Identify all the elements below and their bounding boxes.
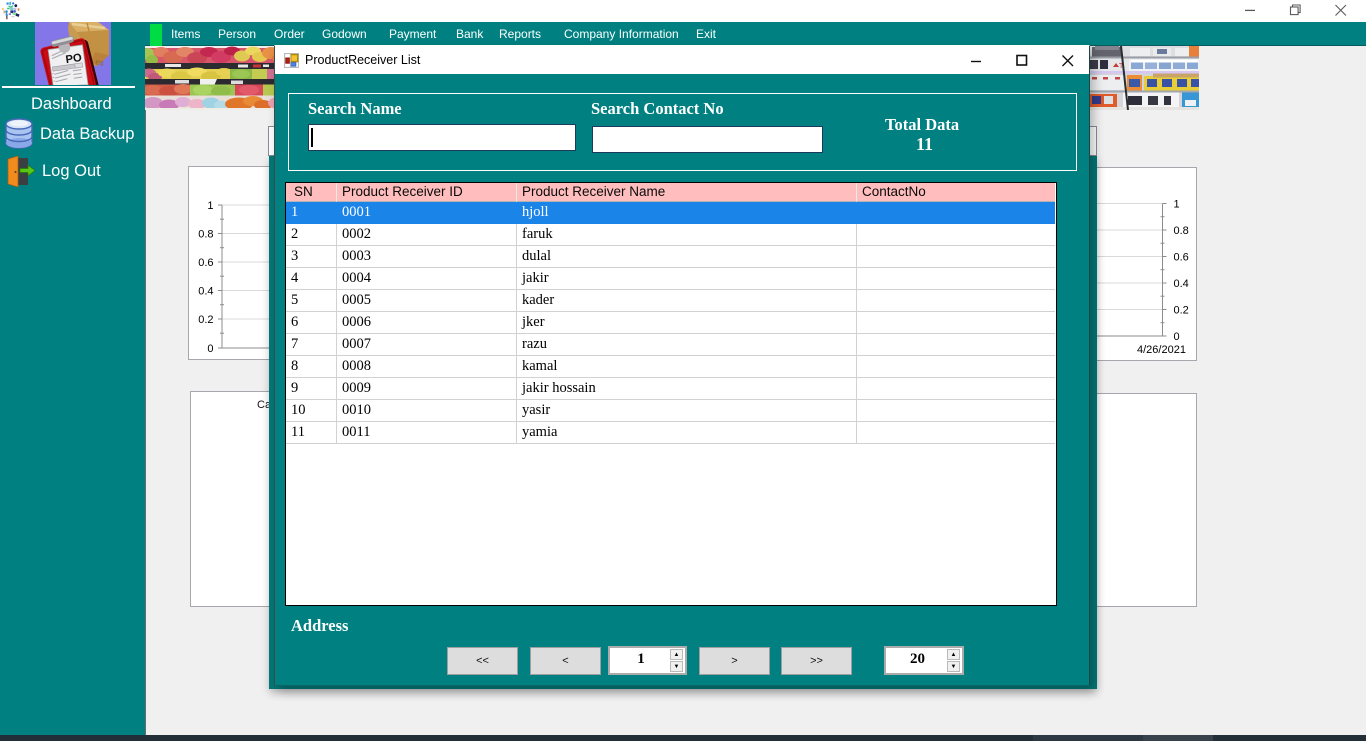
- svg-text:4/26/2021: 4/26/2021: [1137, 344, 1186, 356]
- svg-text:0.2: 0.2: [198, 314, 213, 326]
- svg-text:1: 1: [1174, 199, 1180, 211]
- svg-text:0.6: 0.6: [1174, 252, 1189, 264]
- svg-text:0.8: 0.8: [1174, 225, 1189, 237]
- svg-text:0.6: 0.6: [198, 257, 213, 269]
- svg-text:0.4: 0.4: [1174, 278, 1189, 290]
- svg-text:0: 0: [1174, 331, 1180, 343]
- svg-text:0.8: 0.8: [198, 229, 213, 241]
- svg-text:0: 0: [207, 343, 213, 355]
- svg-text:0.2: 0.2: [1174, 305, 1189, 317]
- svg-text:0.4: 0.4: [198, 286, 213, 298]
- svg-text:1: 1: [207, 200, 213, 212]
